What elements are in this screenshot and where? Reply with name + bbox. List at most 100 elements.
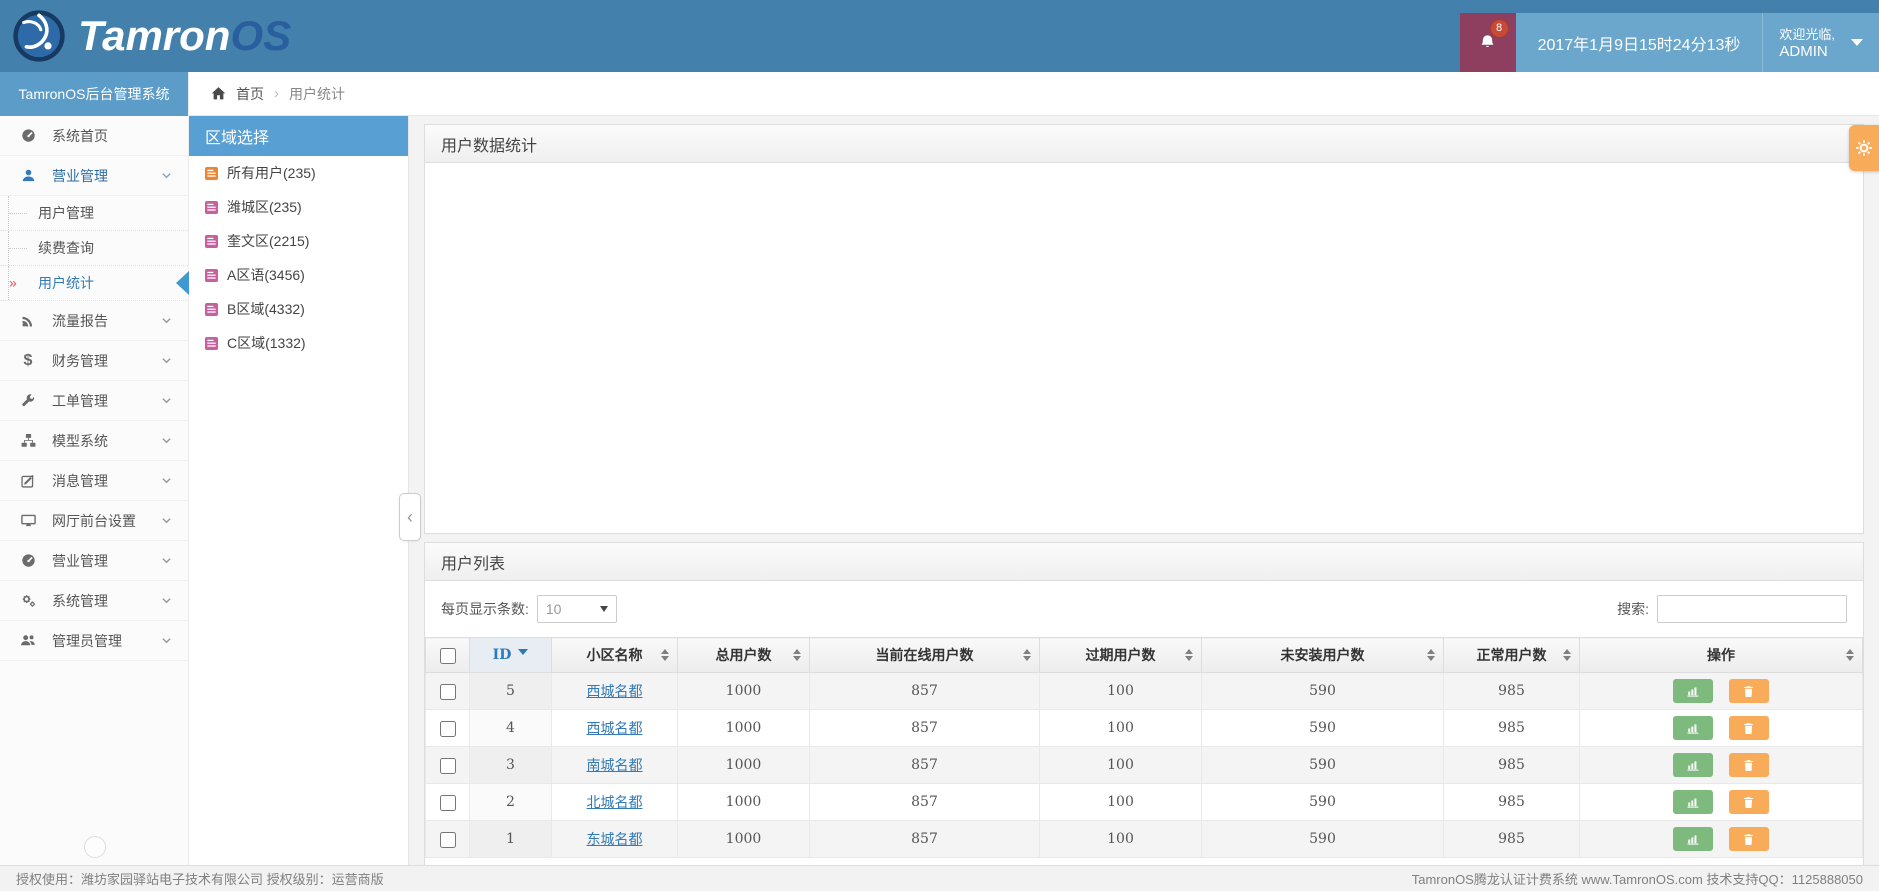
- sidebar-item-label: 工单管理: [52, 392, 108, 409]
- row-checkbox[interactable]: [439, 683, 456, 700]
- cell-id: 1: [469, 820, 552, 858]
- community-link[interactable]: 南城名都: [587, 757, 643, 773]
- cell-expired: 100: [1039, 709, 1202, 747]
- community-link[interactable]: 北城名都: [587, 794, 643, 810]
- col-total[interactable]: 总用户数: [677, 637, 810, 673]
- cell-id: 3: [469, 746, 552, 784]
- cell-actions: [1579, 820, 1863, 858]
- user-stats-chart-area: [425, 163, 1863, 533]
- breadcrumb: 首页 › 用户统计: [189, 72, 1879, 116]
- cell-checkbox: [425, 709, 470, 747]
- cell-expired: 100: [1039, 783, 1202, 821]
- cell-checkbox: [425, 672, 470, 710]
- dashboard-icon: [18, 128, 38, 143]
- search-input[interactable]: [1657, 595, 1847, 623]
- per-page-value: 10: [545, 601, 562, 617]
- region-item-b[interactable]: B区域(4332): [189, 292, 408, 326]
- page-footer: 授权使用：潍坊家园驿站电子技术有限公司 授权级别：运营商版 TamronOS腾龙…: [0, 865, 1879, 891]
- region-item-kuiwen[interactable]: 奎文区(2215): [189, 224, 408, 258]
- cell-normal: 985: [1443, 783, 1580, 821]
- gears-icon: [18, 593, 38, 608]
- region-item-a[interactable]: A区语(3456): [189, 258, 408, 292]
- home-icon: [211, 86, 226, 101]
- delete-button[interactable]: [1728, 753, 1769, 777]
- user-menu[interactable]: 欢迎光临, ADMIN: [1762, 13, 1879, 72]
- cell-name: 北城名都: [551, 783, 678, 821]
- chart-button[interactable]: [1673, 679, 1714, 703]
- col-id[interactable]: ID: [469, 637, 552, 673]
- col-uninstalled[interactable]: 未安装用户数: [1201, 637, 1444, 673]
- community-link[interactable]: 西城名都: [587, 683, 643, 699]
- sidebar-scroll-indicator[interactable]: [84, 836, 106, 858]
- col-online[interactable]: 当前在线用户数: [809, 637, 1040, 673]
- chart-button[interactable]: [1673, 716, 1714, 740]
- row-checkbox[interactable]: [439, 831, 456, 848]
- notifications-button[interactable]: 8: [1459, 13, 1516, 72]
- delete-button[interactable]: [1728, 679, 1769, 703]
- delete-button[interactable]: [1728, 716, 1769, 740]
- per-page-select[interactable]: 10: [536, 595, 617, 623]
- list-icon: [205, 336, 218, 350]
- welcome-text: 欢迎光临,: [1779, 26, 1835, 42]
- region-item-c[interactable]: C区域(1332): [189, 326, 408, 360]
- sidebar-item-webfront-settings[interactable]: 网厅前台设置: [0, 501, 188, 541]
- brand-text: TamronOS: [78, 12, 292, 59]
- subitem-label: 用户管理: [38, 205, 94, 221]
- settings-gear-button[interactable]: [1849, 125, 1879, 171]
- sidebar-item-model-system[interactable]: 模型系统: [0, 421, 188, 461]
- sidebar-item-admin-mgmt[interactable]: 管理员管理: [0, 621, 188, 661]
- chart-button[interactable]: [1673, 753, 1714, 777]
- row-checkbox[interactable]: [439, 794, 456, 811]
- users-icon: [18, 633, 38, 648]
- sidebar-item-business-mgmt-2[interactable]: 营业管理: [0, 541, 188, 581]
- list-icon: [205, 166, 218, 180]
- dashboard-icon: [18, 553, 38, 568]
- cell-total: 1000: [677, 709, 810, 747]
- breadcrumb-home-link[interactable]: 首页: [236, 84, 264, 104]
- cell-online: 857: [809, 746, 1040, 784]
- sidebar-item-finance-mgmt[interactable]: $ 财务管理: [0, 341, 188, 381]
- region-item-label: 奎文区(2215): [227, 233, 310, 249]
- community-link[interactable]: 东城名都: [587, 831, 643, 847]
- col-actions[interactable]: 操作: [1579, 637, 1863, 673]
- cell-id: 2: [469, 783, 552, 821]
- sidebar-item-message-mgmt[interactable]: 消息管理: [0, 461, 188, 501]
- sidebar-item-system-mgmt[interactable]: 系统管理: [0, 581, 188, 621]
- sidebar-collapse-handle[interactable]: ‹: [399, 493, 421, 541]
- per-page-label: 每页显示条数:: [441, 601, 529, 617]
- sidebar-subitem-renewal-query[interactable]: 续费查询: [0, 231, 188, 266]
- region-item-weicheng[interactable]: 潍城区(235): [189, 190, 408, 224]
- logo: TamronOS: [0, 9, 291, 63]
- cell-online: 857: [809, 820, 1040, 858]
- sidebar-item-system-home[interactable]: 系统首页: [0, 116, 188, 156]
- sidebar-item-traffic-report[interactable]: 流量报告: [0, 301, 188, 341]
- notification-badge: 8: [1489, 19, 1509, 38]
- community-link[interactable]: 西城名都: [587, 720, 643, 736]
- delete-button[interactable]: [1728, 790, 1769, 814]
- col-community[interactable]: 小区名称: [551, 637, 678, 673]
- sidebar-subitem-user-stats[interactable]: » 用户统计: [0, 266, 188, 301]
- sidebar-item-business-mgmt[interactable]: 营业管理: [0, 156, 188, 196]
- username: ADMIN: [1779, 42, 1828, 60]
- col-expired[interactable]: 过期用户数: [1039, 637, 1202, 673]
- region-item-all-users[interactable]: 所有用户(235): [189, 156, 408, 190]
- cell-online: 857: [809, 709, 1040, 747]
- sidebar-item-workorder-mgmt[interactable]: 工单管理: [0, 381, 188, 421]
- chart-button[interactable]: [1673, 827, 1714, 851]
- delete-button[interactable]: [1728, 827, 1769, 851]
- select-all-checkbox[interactable]: [439, 647, 456, 664]
- cell-normal: 985: [1443, 746, 1580, 784]
- cell-normal: 985: [1443, 709, 1580, 747]
- support-text: TamronOS腾龙认证计费系统 www.TamronOS.com 技术支持QQ…: [1411, 872, 1863, 887]
- row-checkbox[interactable]: [439, 757, 456, 774]
- chevron-down-icon: [161, 355, 172, 366]
- sidebar-subitem-user-mgmt[interactable]: 用户管理: [0, 196, 188, 231]
- row-checkbox[interactable]: [439, 720, 456, 737]
- region-item-label: 潍城区(235): [227, 199, 302, 215]
- dollar-icon: $: [23, 351, 33, 369]
- wrench-icon: [18, 393, 38, 408]
- col-normal[interactable]: 正常用户数: [1443, 637, 1580, 673]
- cell-expired: 100: [1039, 820, 1202, 858]
- table-row: 3 南城名都 1000 857 100 590 985: [425, 746, 1863, 784]
- chart-button[interactable]: [1673, 790, 1714, 814]
